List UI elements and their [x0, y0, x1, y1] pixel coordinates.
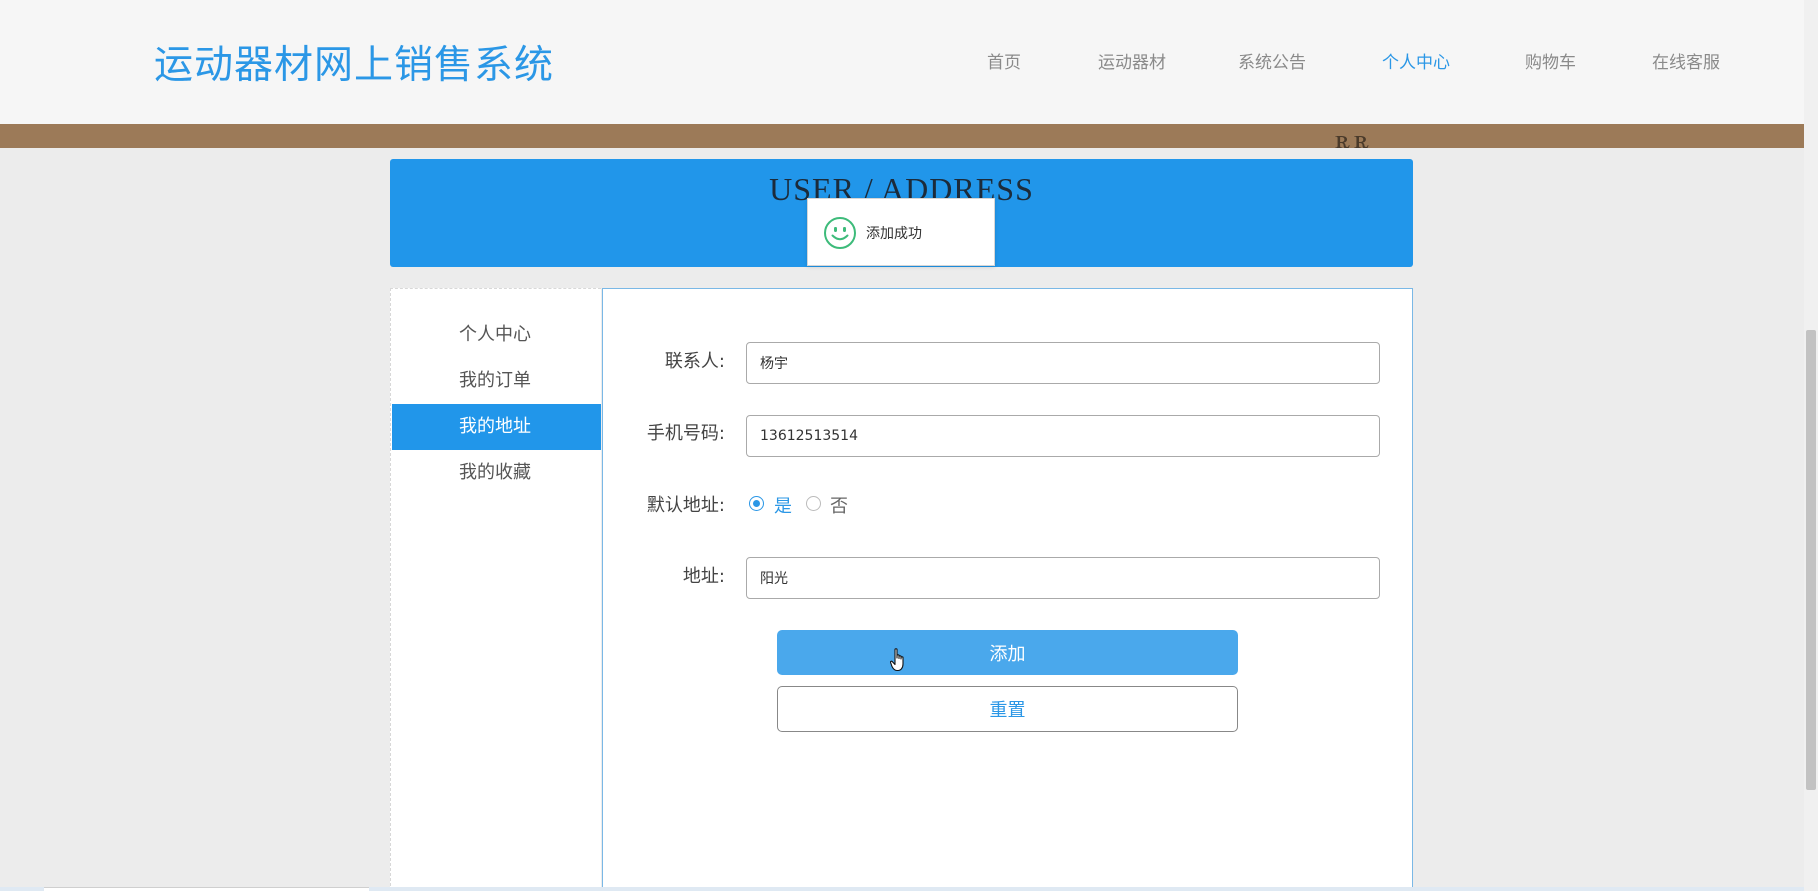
- address-input[interactable]: [746, 557, 1380, 599]
- page-scrollbar-thumb[interactable]: [1806, 330, 1816, 790]
- nav-announcements[interactable]: 系统公告: [1238, 48, 1306, 73]
- sidebar-item-my-address[interactable]: 我的地址: [392, 404, 601, 450]
- sidebar-item-my-favorites[interactable]: 我的收藏: [392, 450, 601, 496]
- success-toast: 添加成功: [807, 198, 995, 266]
- phone-label: 手机号码:: [646, 423, 725, 444]
- nav-customer-service[interactable]: 在线客服: [1652, 48, 1720, 73]
- user-sidebar: 个人中心 我的订单 我的地址 我的收藏: [390, 288, 601, 891]
- site-header: 运动器材网上销售系统 首页 运动器材 系统公告 个人中心 购物车 在线客服: [0, 0, 1804, 124]
- contact-input[interactable]: [746, 342, 1380, 384]
- radio-default-no-label[interactable]: 否: [830, 492, 848, 518]
- add-button[interactable]: 添加: [777, 630, 1238, 675]
- nav-personal-center[interactable]: 个人中心: [1382, 48, 1450, 73]
- reset-button[interactable]: 重置: [777, 686, 1238, 732]
- nav-home[interactable]: 首页: [987, 48, 1021, 73]
- address-label: 地址:: [682, 566, 725, 587]
- default-address-label: 默认地址:: [646, 495, 725, 516]
- radio-default-yes-label[interactable]: 是: [774, 492, 792, 518]
- banner-decoration: ꭱꭱ: [1335, 124, 1373, 148]
- phone-input[interactable]: [746, 415, 1380, 457]
- nav-equipment[interactable]: 运动器材: [1098, 48, 1166, 73]
- address-form-panel: 联系人: 手机号码: 默认地址: 是 否 地址: 添加 重置: [602, 288, 1413, 891]
- toast-message: 添加成功: [866, 226, 922, 242]
- contact-label: 联系人:: [664, 351, 725, 372]
- radio-default-no[interactable]: [806, 496, 821, 511]
- sidebar-item-personal-center[interactable]: 个人中心: [392, 312, 601, 358]
- sidebar-item-my-orders[interactable]: 我的订单: [392, 358, 601, 404]
- radio-default-yes[interactable]: [749, 496, 764, 511]
- hand-cursor-icon: [890, 648, 904, 672]
- banner-strip: ꭱꭱ: [0, 124, 1804, 148]
- bottom-strip-segment: [44, 887, 369, 891]
- nav-cart[interactable]: 购物车: [1525, 48, 1576, 73]
- smiley-icon: [824, 217, 856, 249]
- main-nav: 首页 运动器材 系统公告 个人中心 购物车 在线客服: [0, 48, 1804, 73]
